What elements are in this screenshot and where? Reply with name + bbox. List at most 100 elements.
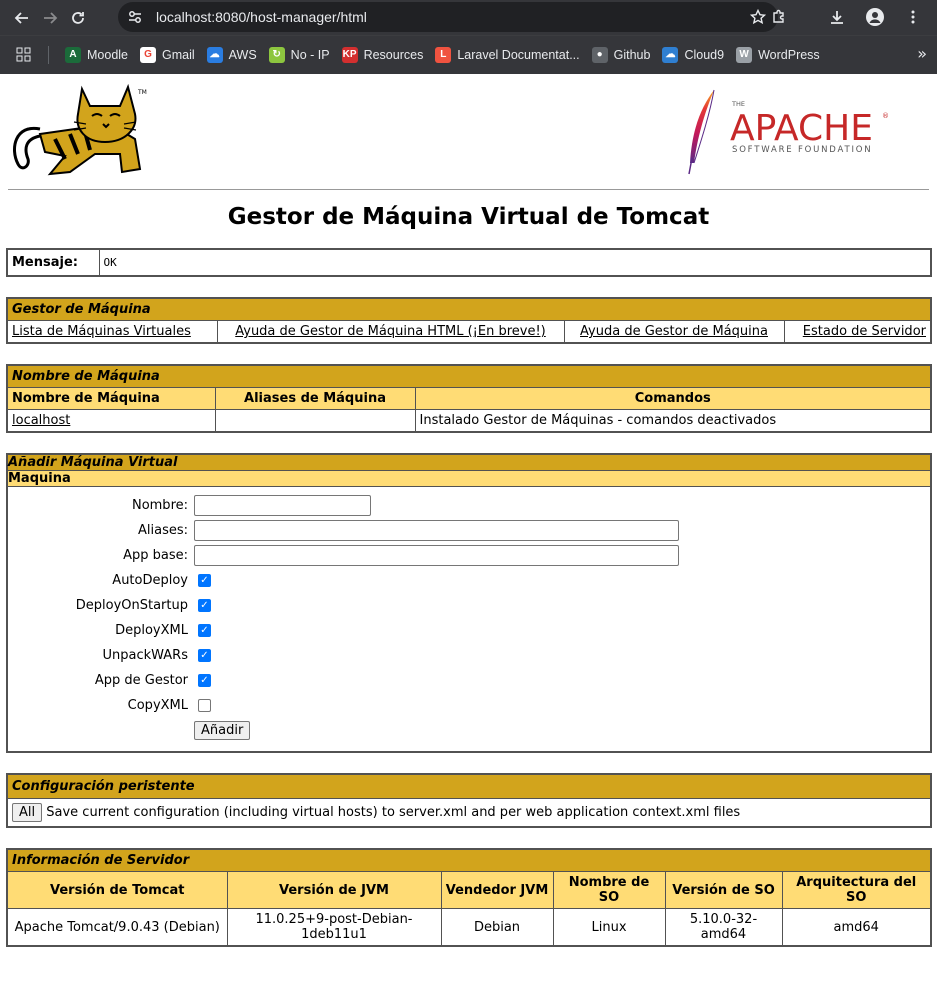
- reload-icon: [72, 11, 84, 24]
- aliases-input[interactable]: [194, 520, 679, 541]
- browser-chrome: localhost:8080/host-manager/html A Moodle…: [0, 0, 937, 74]
- svg-text:SOFTWARE FOUNDATION: SOFTWARE FOUNDATION: [732, 145, 872, 155]
- unpackwars-label: UnpackWARs: [102, 648, 189, 663]
- server-info-title: Información de Servidor: [7, 849, 931, 872]
- os-arch-value: amd64: [781, 908, 932, 947]
- hostname-section: Nombre de Máquina Nombre de Máquina Alia…: [6, 364, 932, 433]
- bookmark-favicon-icon: ↻: [268, 46, 285, 63]
- manager-app-checkbox[interactable]: ✓: [198, 674, 211, 687]
- bookmarks-separator: [48, 45, 49, 64]
- add-host-section: Añadir Máquina Virtual Maquina Nombre: A…: [6, 453, 932, 753]
- back-button[interactable]: [8, 4, 36, 32]
- bookmark-item[interactable]: KP Resources: [336, 43, 430, 67]
- apache-logo: THE APACHE ® SOFTWARE FOUNDATION: [688, 89, 889, 175]
- col-host-name: Nombre de Máquina: [6, 387, 216, 410]
- message-value: OK: [103, 256, 117, 269]
- reload-button[interactable]: [64, 4, 92, 32]
- more-vert-icon: [911, 10, 915, 24]
- hostname-title: Nombre de Máquina: [7, 365, 931, 388]
- persist-all-button[interactable]: All: [12, 803, 43, 822]
- menu-button[interactable]: [899, 3, 927, 31]
- bookmark-favicon-icon: A: [65, 46, 81, 63]
- submit-spacer: [8, 718, 194, 743]
- bookmark-label: AWS: [228, 47, 257, 62]
- persist-description: Save current configuration (including vi…: [46, 805, 741, 820]
- aliases-label: Aliases:: [137, 523, 188, 538]
- manager-help-link[interactable]: Ayuda de Gestor de Máquina: [580, 324, 768, 339]
- bookmark-item[interactable]: ↻ No - IP: [263, 43, 336, 67]
- avatar-icon: [866, 8, 884, 26]
- bookmark-item[interactable]: ☁ AWS: [201, 43, 263, 67]
- jvm-vendor-value: Debian: [440, 908, 554, 947]
- col-jvm-version: Versión de JVM: [226, 871, 442, 909]
- table-row: localhost Instalado Gestor de Máquinas -…: [6, 409, 932, 433]
- os-name-value: Linux: [552, 908, 666, 947]
- list-virtual-hosts-link[interactable]: Lista de Máquinas Virtuales: [12, 324, 191, 339]
- page-title: Gestor de Máquina Virtual de Tomcat: [227, 204, 710, 230]
- host-commands-cell: Instalado Gestor de Máquinas - comandos …: [414, 409, 932, 433]
- puzzle-icon: [773, 9, 784, 23]
- forward-button[interactable]: [36, 4, 64, 32]
- header-logos: TM THE APACHE ® SOFTWARE FOUNDATION: [8, 74, 929, 190]
- unpackwars-checkbox[interactable]: ✓: [198, 649, 211, 662]
- bookmark-item[interactable]: G Gmail: [134, 43, 201, 67]
- bookmark-star-icon[interactable]: [750, 9, 766, 25]
- name-label: Nombre:: [131, 498, 188, 513]
- extensions-button[interactable]: [765, 3, 793, 31]
- add-host-title: Añadir Máquina Virtual: [7, 454, 931, 471]
- profile-button[interactable]: [861, 3, 889, 31]
- copyxml-checkbox[interactable]: [198, 699, 211, 712]
- table-row: Apache Tomcat/9.0.43 (Debian) 11.0.25+9-…: [6, 908, 932, 947]
- autodeploy-checkbox[interactable]: ✓: [198, 574, 211, 587]
- server-status-link[interactable]: Estado de Servidor: [803, 324, 926, 339]
- toolbar-right: [765, 3, 927, 31]
- app-base-label: App base:: [123, 548, 188, 563]
- bookmark-favicon-icon: L: [435, 46, 452, 63]
- address-url[interactable]: localhost:8080/host-manager/html: [156, 9, 367, 25]
- svg-text:TM: TM: [137, 89, 147, 96]
- deployxml-checkbox[interactable]: ✓: [198, 624, 211, 637]
- bookmark-favicon-icon: W: [736, 46, 753, 63]
- persist-section: Configuración peristente All Save curren…: [6, 773, 932, 828]
- bookmark-item[interactable]: W WordPress: [730, 43, 826, 67]
- apps-button[interactable]: [10, 43, 38, 67]
- persist-title: Configuración peristente: [7, 774, 931, 799]
- menu-cell-help: Ayuda de Gestor de Máquina: [564, 320, 785, 343]
- bookmark-favicon-icon: ●: [591, 46, 608, 63]
- name-input[interactable]: [194, 495, 371, 516]
- address-bar[interactable]: localhost:8080/host-manager/html: [118, 2, 778, 32]
- app-base-input[interactable]: [194, 545, 679, 566]
- server-info-section: Información de Servidor Versión de Tomca…: [6, 848, 932, 947]
- html-manager-help-link[interactable]: Ayuda de Gestor de Máquina HTML (¡En bre…: [235, 324, 546, 339]
- toolbar-divider: [803, 3, 813, 31]
- site-info-icon[interactable]: [126, 8, 144, 26]
- downloads-button[interactable]: [823, 3, 851, 31]
- bookmark-item[interactable]: A Moodle: [59, 43, 134, 67]
- manager-section: Gestor de Máquina Lista de Máquinas Virt…: [6, 297, 932, 344]
- bookmarks-overflow-chevron-icon[interactable]: »: [917, 44, 927, 63]
- tomcat-logo: TM: [13, 84, 147, 176]
- bookmarks-list: A Moodle G Gmail ☁ AWS ↻ No - IP KP Resources L Lar…: [59, 43, 826, 67]
- apps-grid-icon: [16, 47, 31, 61]
- menu-cell-html-help: Ayuda de Gestor de Máquina HTML (¡En bre…: [217, 320, 565, 343]
- message-label: Mensaje:: [7, 249, 100, 276]
- deployonstartup-checkbox[interactable]: ✓: [198, 599, 211, 612]
- bookmark-label: Moodle: [87, 47, 128, 62]
- bookmark-item[interactable]: ● Github: [586, 43, 657, 67]
- bookmark-item[interactable]: L Laravel Documentat...: [429, 43, 585, 67]
- col-host-aliases: Aliases de Máquina: [214, 387, 416, 410]
- copyxml-label: CopyXML: [127, 698, 188, 713]
- col-os-name: Nombre de SO: [552, 871, 666, 909]
- localhost-link[interactable]: localhost: [12, 413, 70, 428]
- bookmark-item[interactable]: ☁ Cloud9: [656, 43, 730, 67]
- bookmark-label: Resources: [363, 47, 424, 62]
- add-host-button[interactable]: Añadir: [194, 721, 251, 740]
- col-os-version: Versión de SO: [664, 871, 783, 909]
- add-host-subtitle: Maquina: [7, 470, 931, 487]
- host-aliases-cell: [214, 409, 416, 433]
- svg-text:THE: THE: [731, 100, 745, 108]
- bookmarks-bar: A Moodle G Gmail ☁ AWS ↻ No - IP KP Resources L Lar…: [0, 35, 937, 73]
- bookmark-favicon-icon: KP: [341, 46, 358, 63]
- svg-text:®: ®: [882, 112, 889, 120]
- os-version-value: 5.10.0-32-amd64: [664, 908, 783, 947]
